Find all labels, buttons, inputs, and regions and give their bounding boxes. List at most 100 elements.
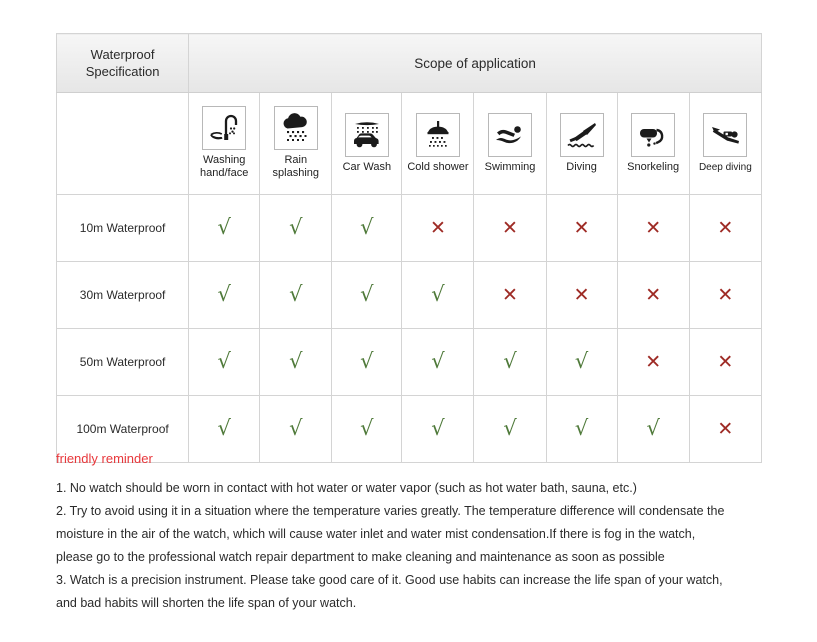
cross-mark: ✕	[717, 283, 734, 306]
cell-50m-coldshower: √	[401, 328, 475, 396]
column-rain-splashing: Rain splashing	[259, 92, 333, 195]
cell-10m-deepdiving: ✕	[688, 194, 763, 262]
header-scope-of-application: Scope of application	[188, 33, 762, 93]
cell-50m-rain: √	[259, 328, 333, 396]
column-car-wash: Car Wash	[331, 92, 403, 195]
cross-mark: ✕	[717, 216, 734, 239]
cell-30m-washing: √	[188, 261, 261, 329]
check-mark: √	[360, 215, 374, 239]
check-mark: √	[217, 349, 231, 373]
column-deep-diving: Deep diving	[688, 92, 763, 195]
waterproof-specification-table: Waterproof Specification Scope of applic…	[55, 33, 763, 463]
cell-30m-deepdiving: ✕	[688, 261, 763, 329]
note-line-6: and bad habits will shorten the life spa…	[56, 596, 357, 610]
note-line-2: 2. Try to avoid using it in a situation …	[56, 504, 725, 518]
column-label-line1: Deep diving	[698, 161, 752, 173]
header-waterproof-specification: Waterproof Specification	[55, 33, 190, 93]
note-line-4: please go to the professional watch repa…	[56, 550, 665, 564]
table-header-row: Waterproof Specification Scope of applic…	[55, 33, 762, 93]
note-line-5: 3. Watch is a precision instrument. Plea…	[56, 573, 723, 587]
springboard-diver-icon	[559, 112, 604, 157]
cell-50m-diving: √	[545, 328, 618, 396]
cell-10m-washing: √	[188, 194, 261, 262]
table-row: 10m Waterproof √ √ √ ✕ ✕ ✕ ✕ ✕	[55, 194, 763, 262]
cross-mark: ✕	[429, 216, 446, 239]
row-label-50m: 50m Waterproof	[55, 328, 190, 396]
check-mark: √	[217, 416, 231, 440]
cross-mark: ✕	[645, 216, 662, 239]
check-mark: √	[503, 349, 517, 373]
faucet-hand-washing-icon	[202, 106, 247, 150]
cross-mark: ✕	[717, 417, 734, 440]
column-label-line1: Snorkeling	[627, 160, 680, 173]
column-diving: Diving	[545, 92, 618, 195]
check-mark: √	[217, 282, 231, 306]
friendly-reminder-section: friendly reminder 1. No watch should be …	[56, 450, 796, 615]
cell-50m-swimming: √	[473, 328, 547, 396]
cell-10m-swimming: ✕	[473, 194, 547, 262]
cell-50m-snorkeling: ✕	[616, 328, 690, 396]
note-line-1: 1. No watch should be worn in contact wi…	[56, 481, 637, 495]
check-mark: √	[431, 282, 445, 306]
cell-10m-coldshower: ✕	[401, 194, 475, 262]
table-row: 30m Waterproof √ √ √ √ ✕ ✕ ✕ ✕	[55, 261, 763, 329]
cell-10m-snorkeling: ✕	[616, 194, 690, 262]
icon-row-empty-cell	[55, 92, 190, 195]
cell-30m-swimming: ✕	[473, 261, 547, 329]
column-cold-shower: Cold shower	[401, 92, 475, 195]
cross-mark: ✕	[573, 216, 590, 239]
table-row: 50m Waterproof √ √ √ √ √ √ ✕ ✕	[55, 328, 763, 396]
column-label-line2: splashing	[272, 167, 320, 179]
cross-mark: ✕	[502, 283, 518, 306]
scuba-diver-icon	[703, 112, 748, 157]
column-swimming: Swimming	[473, 92, 547, 195]
check-mark: √	[289, 215, 303, 239]
check-mark: √	[360, 282, 374, 306]
column-label-line1: Cold shower	[407, 160, 469, 173]
check-mark: √	[431, 416, 445, 440]
cell-30m-rain: √	[259, 261, 333, 329]
car-wash-icon	[344, 112, 389, 157]
check-mark: √	[289, 349, 303, 373]
shower-head-icon	[415, 112, 460, 157]
check-mark: √	[574, 416, 589, 440]
cross-mark: ✕	[717, 350, 734, 373]
check-mark: √	[289, 416, 303, 440]
column-label-line1: Swimming	[484, 160, 536, 173]
cell-50m-carwash: √	[331, 328, 403, 396]
column-label-line1: Car Wash	[342, 160, 392, 173]
cell-30m-coldshower: √	[401, 261, 475, 329]
cross-mark: ✕	[645, 350, 662, 373]
check-mark: √	[360, 416, 374, 440]
header-spec-line1: Waterproof	[90, 47, 155, 62]
cell-30m-snorkeling: ✕	[616, 261, 690, 329]
check-mark: √	[503, 416, 517, 440]
snorkel-mask-icon	[631, 112, 676, 157]
column-label-line1: Washing	[203, 154, 246, 166]
friendly-reminder-title: friendly reminder	[56, 451, 153, 466]
column-label-line2: hand/face	[200, 167, 249, 179]
cell-10m-carwash: √	[331, 194, 403, 262]
column-washing-hand-face: Washing hand/face	[188, 92, 261, 195]
header-spec-line2: Specification	[85, 64, 160, 79]
cell-10m-rain: √	[259, 194, 333, 262]
column-label-line1: Diving	[566, 160, 597, 173]
swimmer-icon	[488, 112, 532, 157]
cell-50m-washing: √	[188, 328, 261, 396]
check-mark: √	[289, 282, 303, 306]
cross-mark: ✕	[502, 216, 518, 239]
check-mark: √	[574, 349, 589, 373]
cross-mark: ✕	[645, 283, 662, 306]
cell-10m-diving: ✕	[545, 194, 618, 262]
column-snorkeling: Snorkeling	[616, 92, 690, 195]
check-mark: √	[646, 416, 660, 440]
cross-mark: ✕	[573, 283, 590, 306]
note-line-3: moisture in the air of the watch, which …	[56, 527, 696, 541]
waterproof-spec-page: Waterproof Specification Scope of applic…	[0, 0, 817, 642]
cell-50m-deepdiving: ✕	[688, 328, 763, 396]
check-mark: √	[217, 215, 231, 239]
column-label-line1: Rain	[284, 154, 308, 166]
check-mark: √	[431, 349, 445, 373]
row-label-10m: 10m Waterproof	[55, 194, 190, 262]
check-mark: √	[360, 349, 374, 373]
